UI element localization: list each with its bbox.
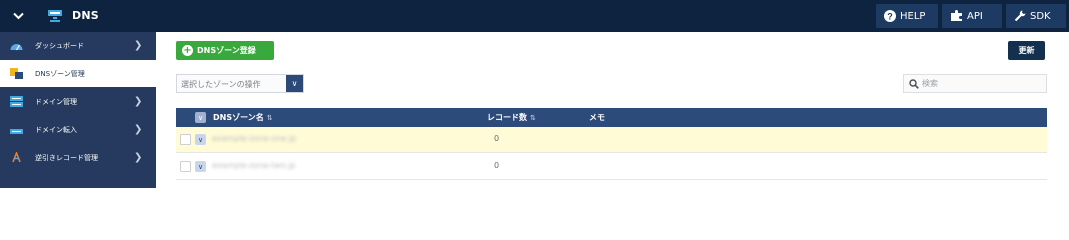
dashboard-icon — [10, 44, 23, 51]
record-count-cell: 0 — [494, 134, 500, 143]
sdk-label: SDK — [1030, 10, 1051, 22]
app-title: DNS — [72, 9, 99, 22]
add-dns-zone-label: DNSゾーン登録 — [197, 46, 256, 55]
add-dns-zone-button[interactable]: + DNSゾーン登録 — [176, 41, 274, 60]
select-all-toggle[interactable]: ∨ — [195, 112, 206, 123]
sidebar-item-label: 逆引きレコード管理 — [35, 153, 98, 162]
domain-transfer-icon — [10, 129, 23, 134]
sort-icon: ⇅ — [266, 114, 273, 122]
zone-operation-select[interactable]: 選択したゾーンの操作 ∨ — [176, 74, 304, 93]
sort-icon: ⇅ — [530, 114, 536, 122]
column-header-memo: メモ — [589, 113, 605, 122]
sdk-button[interactable]: SDK — [1006, 4, 1066, 28]
zone-operation-placeholder: 選択したゾーンの操作 — [181, 80, 261, 89]
domain-icon — [10, 96, 23, 107]
chevron-right-icon: ❯ — [134, 152, 143, 163]
puzzle-icon — [951, 10, 962, 21]
table-header: ∨ DNSゾーン名 ⇅ レコード数 ⇅ メモ — [176, 108, 1047, 127]
sidebar-item-dns-zone[interactable]: DNSゾーン管理 — [0, 60, 156, 87]
sidebar-item-domain[interactable]: ドメイン管理 ❯ — [0, 88, 156, 115]
search-placeholder: 検索 — [922, 79, 938, 88]
column-header-record-count[interactable]: レコード数 ⇅ — [487, 112, 536, 123]
row-checkbox[interactable] — [180, 134, 191, 145]
row-expand-toggle[interactable]: ∨ — [195, 161, 206, 172]
sidebar-toggle-button[interactable] — [0, 0, 36, 32]
dns-zone-icon — [10, 68, 23, 79]
api-button[interactable]: API — [942, 4, 1002, 28]
top-bar: DNS ? HELP API SDK — [0, 0, 1069, 32]
chevron-down-icon[interactable]: ∨ — [286, 75, 303, 92]
refresh-button[interactable]: 更新 — [1008, 41, 1045, 60]
svg-text:?: ? — [887, 11, 893, 21]
column-header-zone-name[interactable]: DNSゾーン名 ⇅ — [213, 112, 273, 123]
search-input[interactable]: 検索 — [903, 74, 1047, 93]
wrench-icon — [1014, 10, 1026, 22]
api-label: API — [967, 10, 983, 22]
help-button[interactable]: ? HELP — [876, 4, 938, 28]
chevron-right-icon: ❯ — [134, 96, 143, 107]
row-checkbox[interactable] — [180, 161, 191, 172]
help-label: HELP — [900, 10, 926, 22]
plus-circle-icon: + — [182, 45, 193, 56]
sidebar: ダッシュボード ❯ DNSゾーン管理 ドメイン管理 ❯ ドメイン転入 ❯ 逆引き… — [0, 32, 156, 188]
table-row[interactable]: ∨ example-zone-two.jp 0 — [176, 154, 1047, 180]
table-row[interactable]: ∨ example-zone-one.jp 0 — [176, 127, 1047, 153]
zone-name-cell[interactable]: example-zone-one.jp — [212, 134, 296, 143]
reverse-record-icon — [12, 152, 21, 163]
sidebar-item-label: DNSゾーン管理 — [35, 69, 85, 78]
sidebar-item-reverse-record[interactable]: 逆引きレコード管理 ❯ — [0, 144, 156, 171]
search-icon — [909, 78, 919, 89]
question-circle-icon: ? — [884, 10, 896, 22]
sidebar-item-domain-transfer[interactable]: ドメイン転入 ❯ — [0, 116, 156, 143]
sidebar-item-dashboard[interactable]: ダッシュボード ❯ — [0, 32, 156, 59]
chevron-right-icon: ❯ — [134, 124, 143, 135]
sidebar-item-label: ダッシュボード — [35, 41, 84, 50]
chevron-right-icon: ❯ — [134, 40, 143, 51]
chevron-down-icon — [12, 12, 24, 20]
record-count-cell: 0 — [494, 161, 500, 170]
zone-name-cell[interactable]: example-zone-two.jp — [212, 161, 296, 170]
sidebar-item-label: ドメイン管理 — [35, 97, 77, 106]
sidebar-item-label: ドメイン転入 — [35, 125, 77, 134]
dns-app-icon — [48, 10, 62, 22]
row-expand-toggle[interactable]: ∨ — [195, 134, 206, 145]
